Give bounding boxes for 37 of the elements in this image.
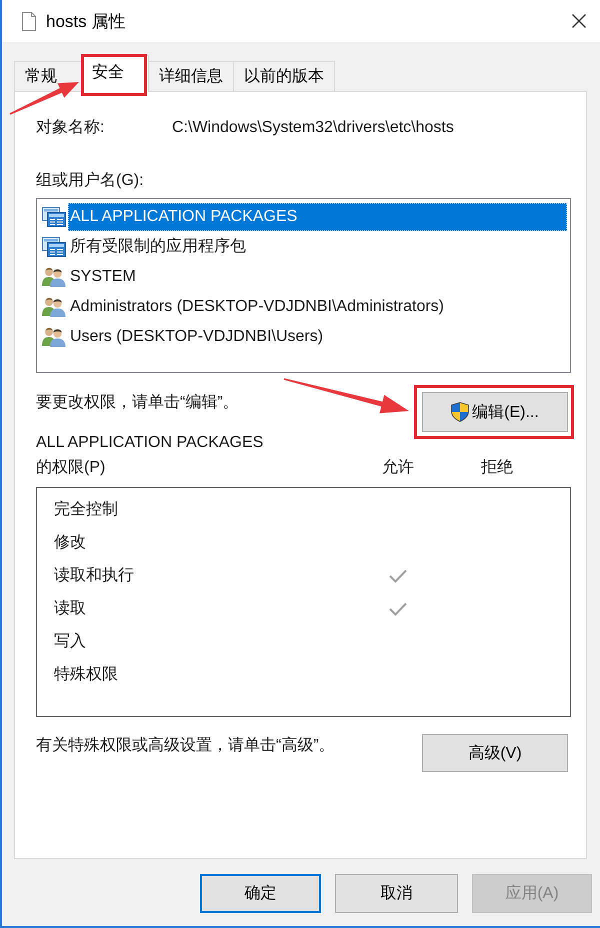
edit-button[interactable]: 编辑(E)... bbox=[422, 392, 568, 432]
permission-name: 特殊权限 bbox=[54, 664, 118, 685]
permission-name: 修改 bbox=[54, 533, 86, 553]
permission-name: 读取 bbox=[54, 598, 86, 619]
users-icon bbox=[42, 267, 66, 287]
group-list-label: 组或用户名(G): bbox=[36, 170, 145, 191]
object-path: C:\Windows\System32\drivers\etc\hosts bbox=[172, 118, 454, 138]
object-name-label: 对象名称: bbox=[36, 118, 106, 138]
permission-name: 完全控制 bbox=[54, 500, 118, 520]
group-list-item[interactable]: Administrators (DESKTOP-VDJDNBI\Administrators) bbox=[68, 293, 567, 321]
group-list[interactable]: ALL APPLICATION PACKAGES 所有受限制的应用程序包 SYSTEM Administrators (DESKTOP-VDJDNBI\Administrators) Users (DESKTOP-VDJDNBI\Users) bbox=[36, 198, 571, 373]
advanced-hint: 有关特殊权限或高级设置，请单击“高级”。 bbox=[36, 736, 335, 756]
group-list-item[interactable]: Users (DESKTOP-VDJDNBI\Users) bbox=[68, 323, 567, 351]
dialog-button[interactable]: 确定 bbox=[200, 874, 321, 913]
close-icon[interactable] bbox=[572, 14, 586, 28]
users-icon bbox=[42, 297, 66, 317]
users-icon bbox=[42, 327, 66, 347]
tab[interactable]: 常规 bbox=[14, 61, 82, 92]
permissions-label: 的权限(P) bbox=[36, 458, 106, 478]
edit-hint: 要更改权限，请单击“编辑”。 bbox=[36, 392, 239, 413]
shield-icon bbox=[451, 402, 470, 422]
tab[interactable]: 详细信息 bbox=[148, 61, 234, 92]
permissions-title: ALL APPLICATION PACKAGES bbox=[36, 433, 264, 453]
group-list-item[interactable]: SYSTEM bbox=[68, 263, 567, 291]
file-icon bbox=[22, 12, 36, 30]
dialog-button[interactable]: 取消 bbox=[335, 874, 458, 913]
window-icon bbox=[42, 207, 66, 227]
permission-name: 写入 bbox=[54, 632, 86, 652]
permission-name: 读取和执行 bbox=[54, 566, 134, 586]
window-icon bbox=[42, 237, 66, 257]
group-list-item[interactable]: ALL APPLICATION PACKAGES bbox=[68, 203, 567, 231]
tab[interactable]: 以前的版本 bbox=[233, 61, 335, 92]
column-header: 允许 bbox=[381, 458, 415, 478]
advanced-button[interactable]: 高级(V) bbox=[422, 734, 568, 772]
column-header: 拒绝 bbox=[480, 458, 514, 478]
window-title: hosts 属性 bbox=[46, 10, 126, 32]
group-list-item[interactable]: 所有受限制的应用程序包 bbox=[68, 233, 567, 261]
